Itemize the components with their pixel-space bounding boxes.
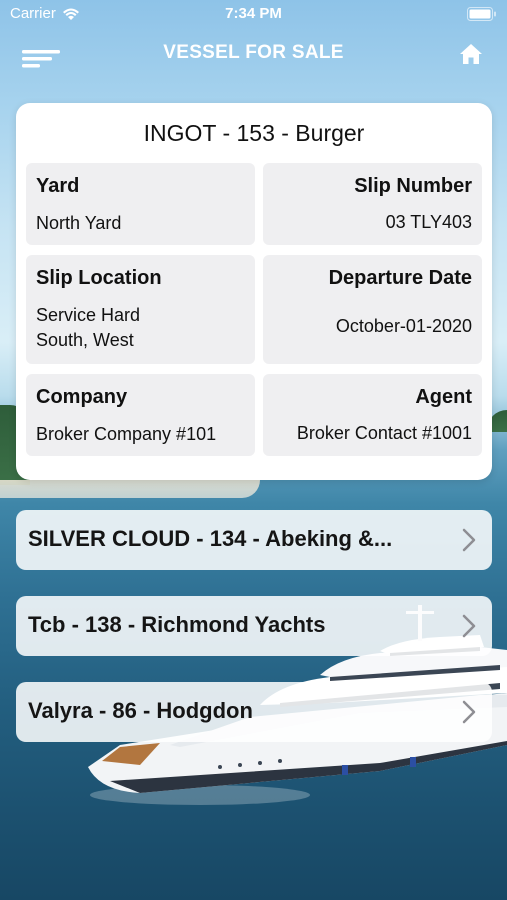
chevron-right-icon	[462, 614, 476, 638]
yard-label: Yard	[36, 175, 80, 197]
agent-value: Broker Contact #1001	[296, 423, 472, 443]
agent-label: Agent	[415, 386, 472, 408]
vessel-row-tcb[interactable]: Tcb - 138 - Richmond Yachts	[16, 596, 492, 656]
chevron-right-icon	[462, 700, 476, 724]
vessel-row-silver-cloud[interactable]: SILVER CLOUD - 134 - Abeking &...	[16, 510, 492, 570]
company-value: Broker Company #101	[36, 424, 217, 444]
vessel-detail-card: INGOT - 153 - Burger Yard North Yard Sli…	[16, 103, 492, 480]
page-title: VESSEL FOR SALE	[163, 42, 344, 63]
clock: 7:34 PM	[225, 5, 282, 22]
slip-location-value: Service Hard South, West	[36, 303, 245, 353]
company-cell: Company Broker Company #101	[26, 374, 255, 456]
company-label: Company	[36, 386, 128, 408]
departure-date-cell: Departure Date October-01-2020	[263, 255, 482, 364]
agent-cell: Agent Broker Contact #1001	[263, 374, 482, 456]
slip-location-label: Slip Location	[36, 267, 162, 289]
vessel-row-label: Tcb - 138 - Richmond Yachts	[28, 612, 326, 637]
slip-number-cell: Slip Number 03 TLY403	[263, 163, 482, 245]
yard-value: North Yard	[36, 213, 122, 233]
home-icon[interactable]	[457, 40, 485, 68]
departure-date-value: October-01-2020	[335, 316, 472, 336]
vessel-row-valyra[interactable]: Valyra - 86 - Hodgdon	[16, 682, 492, 742]
nav-bar: VESSEL FOR SALE	[0, 30, 507, 76]
slip-number-label: Slip Number	[354, 175, 472, 197]
vessel-row-label: SILVER CLOUD - 134 - Abeking &...	[28, 526, 393, 551]
vessel-title: INGOT - 153 - Burger	[143, 120, 365, 146]
yard-cell: Yard North Yard	[26, 163, 255, 245]
slip-location-line2: South, West	[36, 330, 134, 350]
status-bar: Carrier 7:34 PM	[0, 0, 507, 28]
chevron-right-icon	[462, 528, 476, 552]
slip-location-cell: Slip Location Service Hard South, West	[26, 255, 255, 364]
beach	[0, 480, 260, 498]
slip-location-line1: Service Hard	[36, 305, 141, 325]
departure-date-label: Departure Date	[328, 267, 472, 289]
vessel-row-label: Valyra - 86 - Hodgdon	[28, 698, 253, 723]
battery-icon	[467, 7, 496, 21]
slip-number-value: 03 TLY403	[385, 212, 472, 232]
